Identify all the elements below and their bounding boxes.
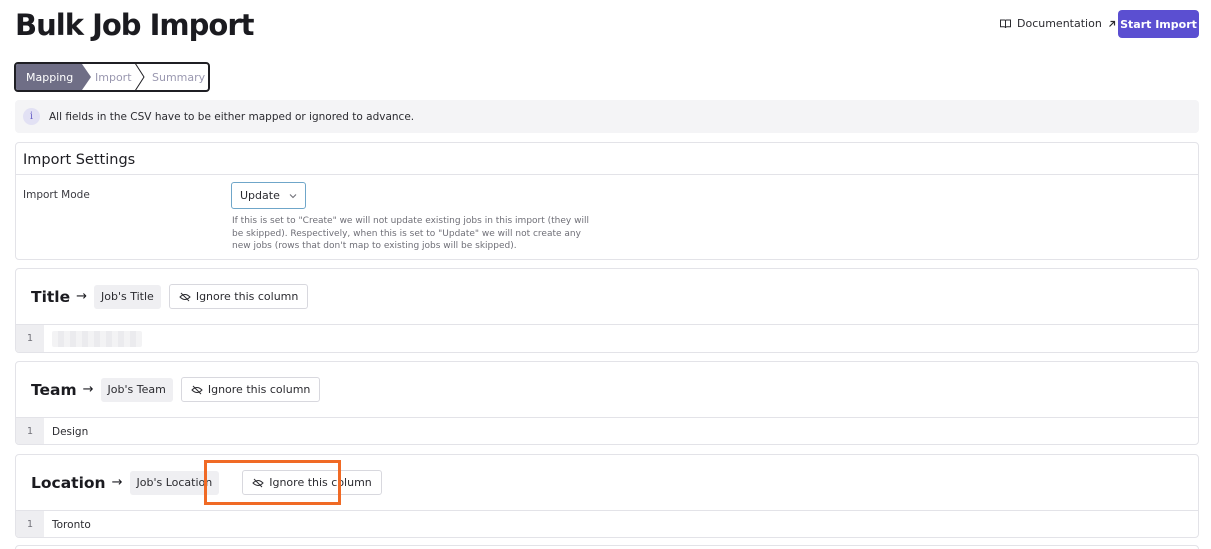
ignore-label: Ignore this column: [269, 476, 372, 489]
step-label: Import: [95, 70, 132, 84]
column-name: Team: [31, 380, 77, 399]
documentation-label: Documentation: [1017, 17, 1102, 30]
ignore-label: Ignore this column: [207, 383, 311, 396]
page-title: Bulk Job Import: [15, 8, 254, 42]
column-name: Title: [31, 287, 71, 306]
row-number: 1: [16, 325, 44, 352]
ignore-column-button[interactable]: Ignore this column: [168, 284, 309, 309]
table-row: 1: [16, 325, 1198, 352]
start-import-button[interactable]: Start Import: [1118, 10, 1199, 38]
import-settings-card: Import Settings Import Mode Update If th…: [15, 142, 1199, 260]
eye-off-icon: [252, 478, 264, 487]
step-label: Mapping: [26, 70, 74, 84]
eye-off-icon: [179, 292, 191, 301]
info-banner: i All fields in the CSV have to be eithe…: [15, 100, 1199, 133]
import-mode-help: If this is set to "Create" we will not u…: [232, 216, 589, 251]
info-text: All fields in the CSV have to be either …: [49, 110, 415, 123]
table-row: 1 Design: [16, 418, 1198, 444]
arrow-icon: →: [76, 289, 88, 304]
cell-value: Design: [52, 425, 89, 438]
documentation-link[interactable]: Documentation: [1000, 17, 1116, 30]
import-mode-value: Update: [240, 189, 280, 202]
info-icon: i: [23, 108, 40, 125]
column-card-team: Team → Job's Team Ignore this column 1 D…: [15, 361, 1199, 445]
step-mapping[interactable]: Mapping: [16, 64, 91, 90]
ignore-label: Ignore this column: [195, 290, 299, 303]
arrow-icon: →: [111, 475, 123, 490]
row-number: 1: [16, 511, 44, 537]
row-number: 1: [16, 418, 44, 444]
column-card-title: Title → Job's Title Ignore this column 1: [15, 268, 1199, 353]
ignore-column-button[interactable]: Ignore this column: [180, 377, 321, 402]
table-row: 1 Toronto: [16, 511, 1198, 537]
book-icon: [1000, 19, 1011, 28]
column-card-next: [15, 545, 1199, 549]
arrow-icon: →: [82, 382, 94, 397]
eye-off-icon: [191, 385, 203, 394]
settings-title: Import Settings: [16, 143, 1198, 175]
import-mode-label: Import Mode: [23, 189, 90, 201]
column-card-location: Location → Job's Location Ignore this co…: [15, 454, 1199, 538]
cell-value: Toronto: [52, 518, 91, 531]
mapped-field[interactable]: Job's Team: [100, 377, 173, 402]
column-name: Location: [31, 473, 106, 492]
mapped-field[interactable]: Job's Location: [129, 470, 220, 495]
import-mode-select[interactable]: Update: [231, 182, 306, 209]
step-label: Summary: [152, 70, 206, 84]
chevron-down-icon: [289, 194, 297, 199]
redacted-value: [52, 330, 142, 347]
ignore-column-button[interactable]: Ignore this column: [242, 470, 382, 495]
mapped-field[interactable]: Job's Title: [94, 284, 161, 309]
import-stepper: Mapping Import Summary: [14, 62, 210, 92]
external-link-icon: [1108, 20, 1115, 27]
step-summary[interactable]: Summary: [140, 64, 208, 90]
